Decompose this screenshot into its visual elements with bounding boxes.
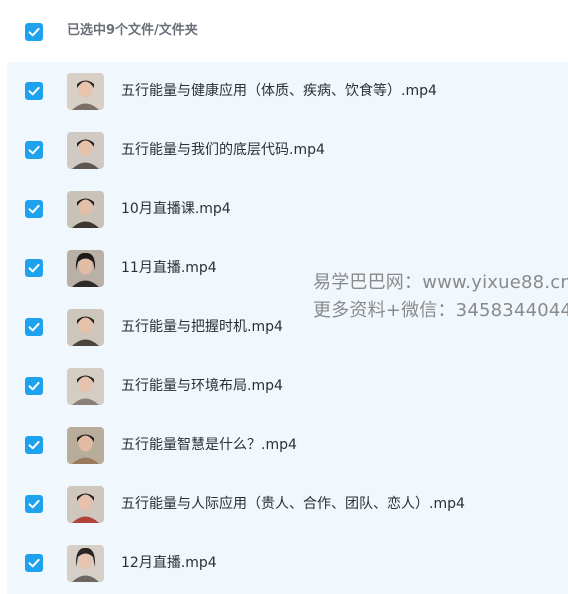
file-name[interactable]: 五行能量与把握时机.mp4 [121,317,283,337]
file-row[interactable]: 五行能量与健康应用（体质、疾病、饮食等）.mp4 [7,62,568,121]
file-name[interactable]: 五行能量与环境布局.mp4 [121,376,283,396]
video-thumbnail [67,132,104,169]
watermark-line-1: 易学巴巴网：www.yixue88.cn [313,272,568,293]
file-name[interactable]: 五行能量与人际应用（贵人、合作、团队、恋人）.mp4 [121,494,465,514]
watermark-line-2: 更多资料+微信：3458344044 [313,300,568,321]
selection-header: 已选中9个文件/文件夹 [0,0,568,62]
video-thumbnail [67,486,104,523]
video-thumbnail [67,73,104,110]
file-checkbox[interactable] [25,377,43,395]
video-thumbnail [67,191,104,228]
file-name[interactable]: 12月直播.mp4 [121,553,217,573]
file-row[interactable]: 五行能量与环境布局.mp4 [7,357,568,416]
file-row[interactable]: 五行能量与我们的底层代码.mp4 [7,121,568,180]
video-thumbnail [67,309,104,346]
file-checkbox[interactable] [25,554,43,572]
file-checkbox[interactable] [25,495,43,513]
file-checkbox[interactable] [25,259,43,277]
file-name[interactable]: 五行能量与我们的底层代码.mp4 [121,140,325,160]
selection-count-label: 已选中9个文件/文件夹 [67,23,198,38]
file-checkbox[interactable] [25,141,43,159]
select-all-checkbox[interactable] [25,23,43,41]
video-thumbnail [67,250,104,287]
file-name[interactable]: 11月直播.mp4 [121,258,217,278]
file-name[interactable]: 10月直播课.mp4 [121,199,231,219]
file-row[interactable]: 12月直播.mp4 [7,534,568,593]
file-row[interactable]: 10月直播课.mp4 [7,180,568,239]
file-checkbox[interactable] [25,82,43,100]
file-checkbox[interactable] [25,436,43,454]
file-row[interactable]: 五行能量与人际应用（贵人、合作、团队、恋人）.mp4 [7,475,568,534]
file-name[interactable]: 五行能量智慧是什么？.mp4 [121,435,297,455]
file-row[interactable]: 五行能量智慧是什么？.mp4 [7,416,568,475]
video-thumbnail [67,427,104,464]
video-thumbnail [67,545,104,582]
file-name[interactable]: 五行能量与健康应用（体质、疾病、饮食等）.mp4 [121,81,437,101]
file-checkbox[interactable] [25,318,43,336]
video-thumbnail [67,368,104,405]
file-checkbox[interactable] [25,200,43,218]
file-list: 五行能量与健康应用（体质、疾病、饮食等）.mp4 五行能量与我们的底层代码.mp… [7,62,568,594]
